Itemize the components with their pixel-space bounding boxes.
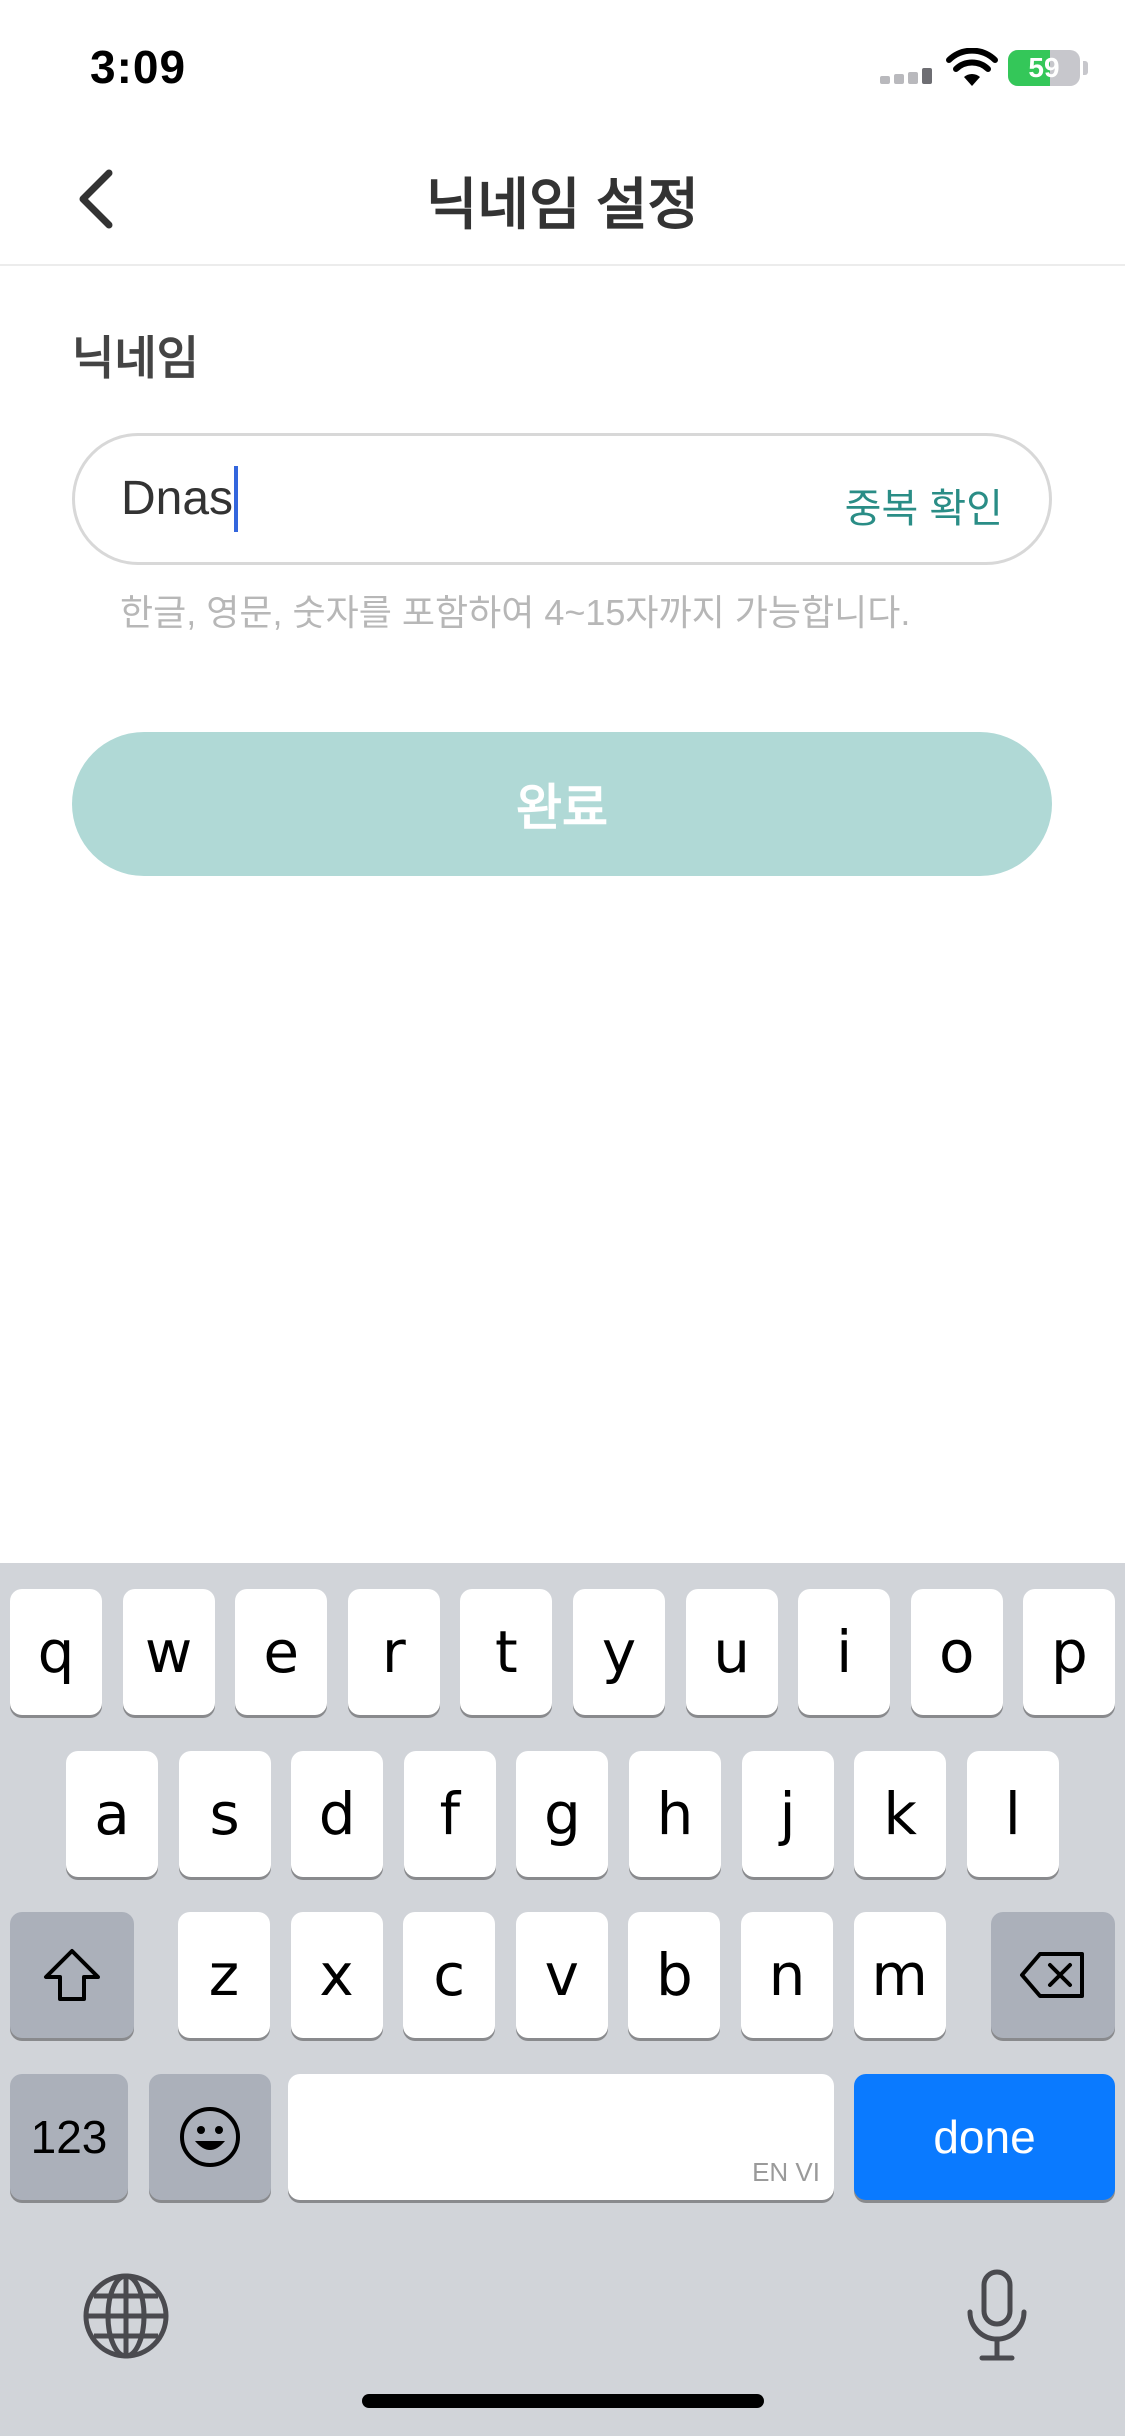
page-title: 닉네임 설정	[425, 173, 700, 236]
key-p[interactable]: p	[1023, 1589, 1116, 1715]
key-l[interactable]: l	[966, 1751, 1059, 1877]
signal-icon	[880, 68, 932, 84]
key-j[interactable]: j	[741, 1751, 834, 1877]
key-o[interactable]: o	[910, 1589, 1003, 1715]
battery-cap	[1083, 61, 1088, 75]
key-t[interactable]: t	[460, 1589, 553, 1715]
key-h[interactable]: h	[629, 1751, 721, 1877]
emoji-key[interactable]	[149, 2074, 271, 2200]
key-g[interactable]: g	[516, 1751, 609, 1877]
backspace-key[interactable]	[991, 1912, 1115, 2038]
space-key[interactable]: EN VI	[288, 2074, 834, 2200]
key-u[interactable]: u	[685, 1589, 778, 1715]
backspace-icon	[1020, 1952, 1084, 1998]
nickname-hint: 한글, 영문, 숫자를 포함하여 4~15자까지 가능합니다.	[120, 592, 911, 633]
key-m[interactable]: m	[853, 1912, 946, 2038]
key-b[interactable]: b	[628, 1912, 721, 2038]
key-k[interactable]: k	[854, 1751, 947, 1877]
submit-button[interactable]: 완료	[72, 732, 1052, 876]
key-q[interactable]: q	[10, 1589, 102, 1715]
status-bar: 3:09 59	[0, 0, 1125, 132]
key-y[interactable]: y	[573, 1589, 665, 1715]
home-indicator	[362, 2394, 764, 2408]
emoji-icon	[180, 2107, 240, 2167]
microphone-icon[interactable]	[962, 2268, 1032, 2364]
key-w[interactable]: w	[122, 1589, 215, 1715]
duplicate-check-button[interactable]: 중복 확인	[845, 476, 1003, 534]
key-r[interactable]: r	[347, 1589, 440, 1715]
globe-icon[interactable]	[80, 2270, 172, 2362]
nickname-value: Dnas	[121, 472, 234, 525]
nickname-input-text[interactable]: Dnas	[121, 466, 239, 532]
shift-icon	[44, 1949, 100, 2001]
key-a[interactable]: a	[66, 1751, 158, 1877]
key-e[interactable]: e	[235, 1589, 328, 1715]
key-f[interactable]: f	[403, 1751, 496, 1877]
key-i[interactable]: i	[798, 1589, 891, 1715]
key-z[interactable]: z	[178, 1912, 270, 2038]
space-language-label: EN VI	[752, 2157, 820, 2187]
done-key[interactable]: done	[854, 2074, 1115, 2200]
text-cursor	[234, 466, 239, 532]
key-v[interactable]: v	[515, 1912, 608, 2038]
numbers-key[interactable]: 123	[10, 2074, 128, 2200]
key-x[interactable]: x	[290, 1912, 383, 2038]
key-d[interactable]: d	[291, 1751, 384, 1877]
battery-level: 59	[1028, 52, 1060, 83]
nickname-label: 닉네임	[72, 332, 199, 384]
navigation-bar: 닉네임 설정	[0, 132, 1125, 266]
shift-key[interactable]	[10, 1912, 134, 2038]
wifi-icon	[946, 48, 998, 86]
key-s[interactable]: s	[178, 1751, 271, 1877]
battery-charging-icon: 59	[1008, 50, 1080, 86]
key-c[interactable]: c	[403, 1912, 496, 2038]
nickname-input[interactable]: Dnas 중복 확인	[72, 433, 1052, 565]
key-n[interactable]: n	[741, 1912, 833, 2038]
status-time: 3:09	[90, 41, 187, 93]
